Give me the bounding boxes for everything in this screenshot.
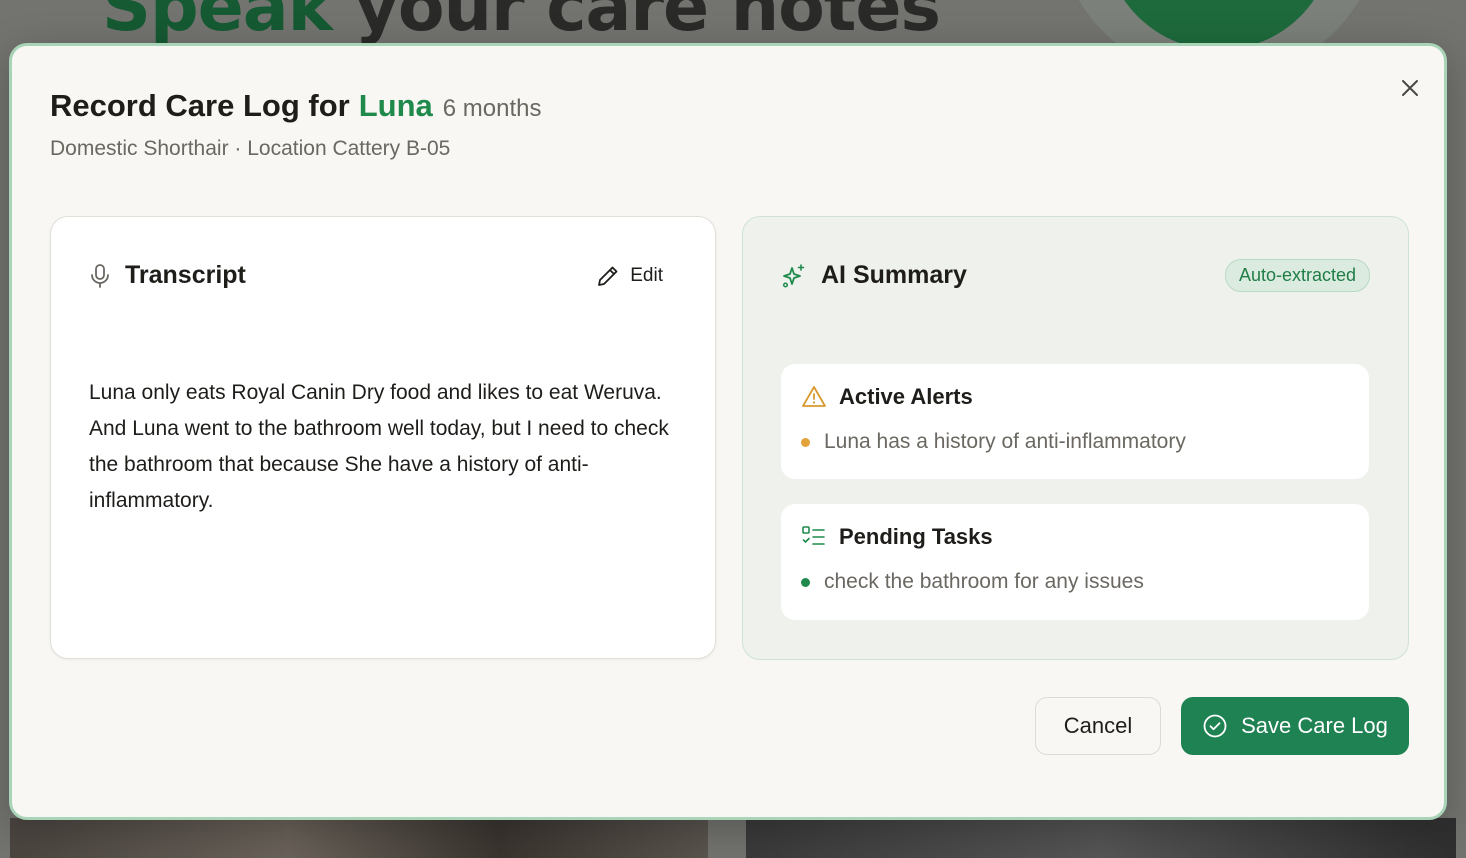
cancel-button[interactable]: Cancel (1035, 697, 1161, 755)
task-item-text: check the bathroom for any issues (824, 570, 1144, 593)
warning-icon (802, 386, 826, 407)
pending-tasks-title: Pending Tasks (839, 524, 993, 549)
background-photo-left (10, 818, 708, 858)
alert-item-text: Luna has a history of anti-inflammatory (824, 430, 1186, 453)
modal-title: Record Care Log for Luna 6 months (50, 88, 542, 124)
transcript-title: Transcript (125, 261, 246, 289)
active-alerts-card: Active Alerts Luna has a history of anti… (781, 364, 1369, 479)
pet-name: Luna (358, 88, 433, 123)
close-button[interactable] (1397, 75, 1423, 101)
ai-summary-header: AI Summary Auto-extracted (781, 259, 1370, 292)
pet-age: 6 months (442, 95, 542, 122)
background-headline-accent: Speak (102, 0, 333, 47)
record-care-log-modal: Record Care Log for Luna 6 months Domest… (9, 43, 1447, 820)
ai-summary-card: AI Summary Auto-extracted Active Alerts … (742, 216, 1409, 660)
sparkles-icon (782, 263, 805, 288)
background-photo-right (746, 818, 1456, 858)
modal-subtitle: Domestic Shorthair · Location Cattery B-… (50, 137, 451, 160)
cancel-label: Cancel (1063, 713, 1133, 738)
pencil-icon (598, 266, 618, 286)
edit-transcript-button[interactable]: Edit (596, 264, 663, 288)
pending-tasks-card: Pending Tasks check the bathroom for any… (781, 504, 1369, 620)
ai-summary-title: AI Summary (821, 261, 967, 289)
transcript-card: Transcript Edit Luna only eats Royal Can… (50, 216, 716, 659)
background-headline-text: your care notes (354, 0, 941, 47)
transcript-header: Transcript Edit (89, 261, 663, 290)
microphone-icon (91, 263, 109, 288)
save-label: Save Care Log (1241, 713, 1388, 738)
transcript-text[interactable]: Luna only eats Royal Canin Dry food and … (89, 375, 679, 519)
alert-item: Luna has a history of anti-inflammatory (801, 430, 1186, 454)
check-circle-icon (1203, 714, 1227, 738)
close-icon (1402, 80, 1418, 96)
task-item: check the bathroom for any issues (801, 570, 1144, 594)
alert-dot (801, 437, 810, 447)
save-care-log-button[interactable]: Save Care Log (1181, 697, 1409, 755)
task-dot (801, 577, 810, 587)
edit-label: Edit (630, 264, 663, 286)
active-alerts-title: Active Alerts (839, 384, 973, 409)
modal-title-text: Record Care Log for (50, 88, 350, 123)
auto-extracted-badge: Auto-extracted (1224, 259, 1370, 292)
background-headline: Speak your care notes (102, 0, 941, 47)
checklist-icon (802, 526, 825, 545)
